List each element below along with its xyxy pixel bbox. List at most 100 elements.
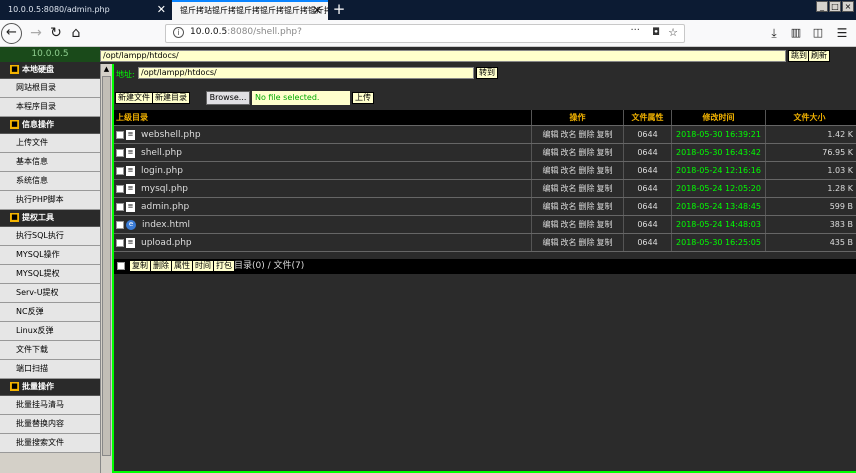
- sidebar-item[interactable]: 文件下载: [0, 341, 100, 360]
- home-icon[interactable]: ⌂: [68, 23, 84, 43]
- file-mtime[interactable]: 2018-05-24 14:48:03: [672, 216, 766, 233]
- sidebar-item[interactable]: 系统信息: [0, 172, 100, 191]
- file-mtime[interactable]: 2018-05-24 12:05:20: [672, 180, 766, 197]
- tab-admin[interactable]: 10.0.0.5:8080/admin.php ✕: [0, 0, 172, 20]
- sidebar-item[interactable]: Serv-U提权: [0, 284, 100, 303]
- close-tab-icon[interactable]: ✕: [157, 0, 166, 20]
- file-name-link[interactable]: index.html: [142, 220, 190, 230]
- file-op-link[interactable]: 复制: [597, 166, 613, 175]
- file-checkbox[interactable]: [116, 220, 124, 229]
- file-op-link[interactable]: 删除: [579, 220, 595, 229]
- minimize-icon[interactable]: _: [816, 1, 828, 12]
- url-bar[interactable]: i 10.0.0.5:8080/shell.php? ··· ◘ ☆: [165, 24, 685, 43]
- download-icon[interactable]: ⤓: [766, 23, 782, 43]
- file-op-link[interactable]: 复制: [597, 148, 613, 157]
- file-op-link[interactable]: 改名: [561, 202, 577, 211]
- file-perm[interactable]: 0644: [624, 144, 672, 161]
- file-checkbox[interactable]: [116, 148, 124, 157]
- file-mtime[interactable]: 2018-05-30 16:39:21: [672, 126, 766, 143]
- sidebar-item[interactable]: 批量替换内容: [0, 415, 100, 434]
- reload-icon[interactable]: ↻: [48, 23, 64, 43]
- sidebar-item[interactable]: 执行SQL执行: [0, 227, 100, 246]
- file-op-link[interactable]: 编辑: [543, 148, 559, 157]
- browse-button[interactable]: Browse...: [206, 91, 250, 105]
- new-file-button[interactable]: 新建文件: [115, 92, 153, 104]
- file-op-link[interactable]: 复制: [597, 130, 613, 139]
- file-op-link[interactable]: 删除: [579, 166, 595, 175]
- file-op-link[interactable]: 改名: [561, 220, 577, 229]
- sidebar-item[interactable]: 网站根目录: [0, 79, 100, 98]
- info-icon[interactable]: i: [173, 27, 184, 38]
- file-perm[interactable]: 0644: [624, 216, 672, 233]
- file-checkbox[interactable]: [116, 166, 124, 175]
- file-op-link[interactable]: 删除: [579, 184, 595, 193]
- sidebar-item[interactable]: 基本信息: [0, 153, 100, 172]
- file-op-link[interactable]: 改名: [561, 238, 577, 247]
- bulk-pack-button[interactable]: 打包: [213, 260, 235, 272]
- file-op-link[interactable]: 删除: [579, 148, 595, 157]
- sidebar-item[interactable]: NC反弹: [0, 303, 100, 322]
- bulk-time-button[interactable]: 时间: [192, 260, 214, 272]
- file-mtime[interactable]: 2018-05-24 12:16:16: [672, 162, 766, 179]
- sidebar-toggle-icon[interactable]: ◫: [810, 23, 826, 43]
- file-op-link[interactable]: 复制: [597, 202, 613, 211]
- file-op-link[interactable]: 复制: [597, 184, 613, 193]
- file-checkbox[interactable]: [116, 184, 124, 193]
- file-op-link[interactable]: 删除: [579, 238, 595, 247]
- maximize-icon[interactable]: □: [829, 1, 841, 12]
- sidebar-item[interactable]: 本程序目录: [0, 98, 100, 117]
- tab-shell[interactable]: 锟斤拷站锟斤拷锟斤拷锟斤拷锟斤拷锟斤拷� ✕: [172, 0, 328, 20]
- file-op-link[interactable]: 删除: [579, 202, 595, 211]
- file-perm[interactable]: 0644: [624, 180, 672, 197]
- bulk-copy-button[interactable]: 复制: [129, 260, 151, 272]
- bulk-delete-button[interactable]: 删除: [150, 260, 172, 272]
- page-actions-icon[interactable]: ···: [630, 25, 640, 36]
- file-op-link[interactable]: 编辑: [543, 166, 559, 175]
- file-mtime[interactable]: 2018-05-30 16:25:05: [672, 234, 766, 251]
- file-mtime[interactable]: 2018-05-30 16:43:42: [672, 144, 766, 161]
- sidebar-item[interactable]: 批量挂马清马: [0, 396, 100, 415]
- scroll-thumb[interactable]: [102, 76, 111, 456]
- goto-button[interactable]: 转到: [476, 67, 498, 79]
- file-name-link[interactable]: upload.php: [141, 238, 192, 248]
- close-window-icon[interactable]: ×: [842, 1, 854, 12]
- file-op-link[interactable]: 改名: [561, 148, 577, 157]
- file-checkbox[interactable]: [116, 238, 124, 247]
- bookmark-star-icon[interactable]: ☆: [668, 26, 678, 39]
- file-op-link[interactable]: 改名: [561, 130, 577, 139]
- upload-button[interactable]: 上传: [352, 92, 374, 104]
- file-op-link[interactable]: 改名: [561, 184, 577, 193]
- file-op-link[interactable]: 编辑: [543, 130, 559, 139]
- parent-directory-link[interactable]: 上级目录: [114, 110, 532, 125]
- file-perm[interactable]: 0644: [624, 234, 672, 251]
- sidebar-item[interactable]: MYSQL提权: [0, 265, 100, 284]
- jump-button[interactable]: 跳到: [788, 50, 810, 62]
- pocket-icon[interactable]: ◘: [652, 27, 660, 38]
- bulk-attributes-button[interactable]: 属性: [171, 260, 193, 272]
- file-op-link[interactable]: 编辑: [543, 184, 559, 193]
- file-op-link[interactable]: 删除: [579, 130, 595, 139]
- library-icon[interactable]: ▥: [788, 23, 804, 43]
- file-name-link[interactable]: shell.php: [141, 148, 182, 158]
- file-mtime[interactable]: 2018-05-24 13:48:45: [672, 198, 766, 215]
- refresh-button[interactable]: 刷新: [808, 50, 830, 62]
- menu-icon[interactable]: ☰: [834, 23, 850, 43]
- forward-arrow-icon[interactable]: →: [28, 23, 44, 43]
- file-op-link[interactable]: 编辑: [543, 238, 559, 247]
- file-checkbox[interactable]: [116, 202, 124, 211]
- file-name-link[interactable]: login.php: [141, 166, 183, 176]
- file-name-link[interactable]: webshell.php: [141, 130, 201, 140]
- file-perm[interactable]: 0644: [624, 162, 672, 179]
- file-op-link[interactable]: 改名: [561, 166, 577, 175]
- file-name-link[interactable]: mysql.php: [141, 184, 188, 194]
- sidebar-item[interactable]: 上传文件: [0, 134, 100, 153]
- file-op-link[interactable]: 编辑: [543, 220, 559, 229]
- file-op-link[interactable]: 编辑: [543, 202, 559, 211]
- close-tab-icon[interactable]: ✕: [313, 2, 322, 19]
- sidebar-item[interactable]: 端口扫描: [0, 360, 100, 379]
- file-op-link[interactable]: 复制: [597, 220, 613, 229]
- sidebar-scrollbar[interactable]: ▲: [100, 64, 112, 473]
- path-input[interactable]: /opt/lampp/htdocs/: [100, 50, 786, 62]
- file-name-link[interactable]: admin.php: [141, 202, 189, 212]
- sidebar-item[interactable]: Linux反弹: [0, 322, 100, 341]
